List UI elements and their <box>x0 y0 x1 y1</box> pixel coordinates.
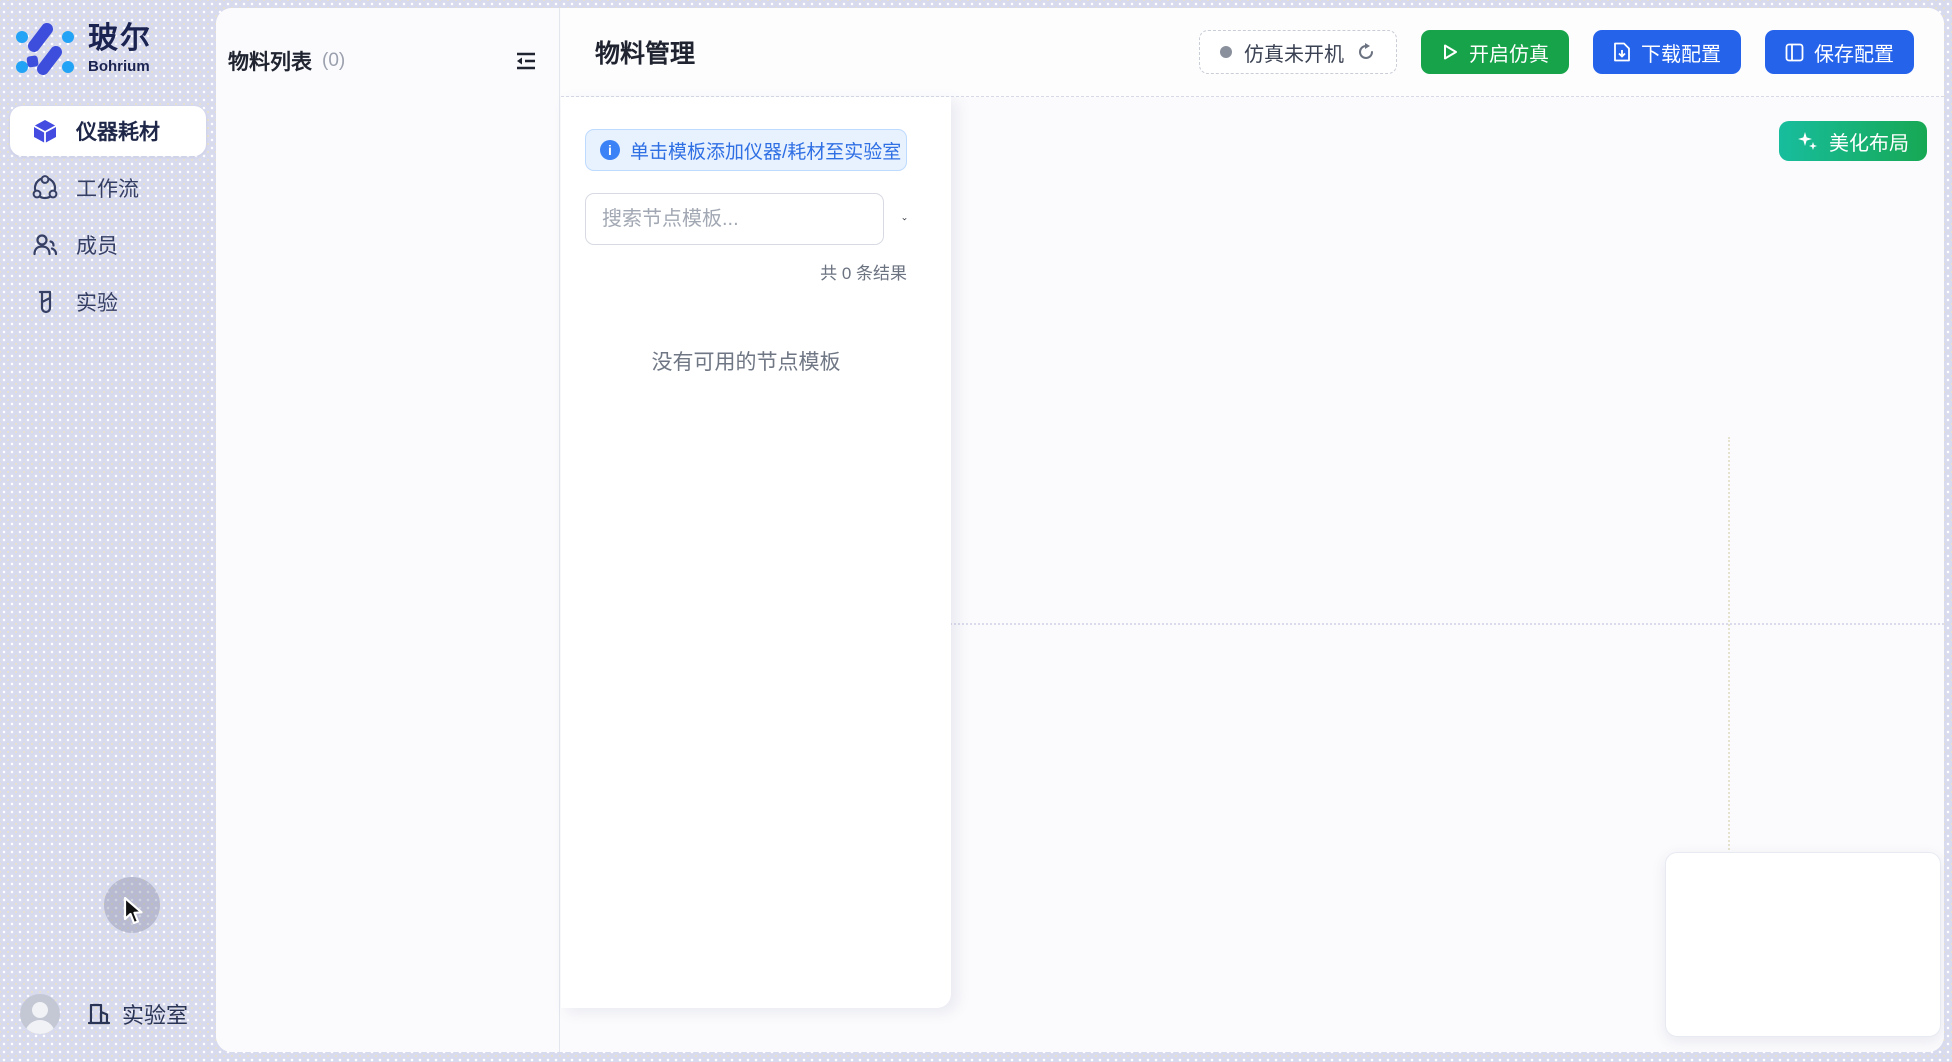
material-list-title: 物料列表 <box>228 46 312 76</box>
template-search-input[interactable] <box>585 193 884 245</box>
material-list-panel: 物料列表 (0) <box>216 8 560 1052</box>
template-hint-text: 单击模板添加仪器/耗材至实验室 <box>630 137 901 164</box>
main-card: 物料列表 (0) 物料管理 仿真未开机 开启 <box>216 8 1944 1052</box>
beautify-layout-button[interactable]: 美化布局 <box>1779 121 1927 161</box>
sidebar-item-instruments[interactable]: 仪器耗材 <box>10 106 206 156</box>
user-avatar[interactable] <box>20 994 60 1034</box>
sidebar-footer: 实验室 <box>20 994 188 1034</box>
sparkles-icon <box>1797 130 1819 152</box>
start-simulation-label: 开启仿真 <box>1469 38 1549 67</box>
page-header: 物料管理 仿真未开机 开启仿真 下载配置 <box>561 8 1944 97</box>
building-icon <box>86 1001 112 1027</box>
sidebar-item-label: 仪器耗材 <box>76 116 160 146</box>
empty-template-message: 没有可用的节点模板 <box>585 346 907 376</box>
sidebar-item-label: 成员 <box>76 230 118 260</box>
simulation-status-label: 仿真未开机 <box>1244 38 1344 67</box>
simulation-status-pill[interactable]: 仿真未开机 <box>1199 30 1397 74</box>
search-result-count: 共 0 条结果 <box>585 259 907 284</box>
chevron-down-icon[interactable] <box>902 208 907 230</box>
members-icon <box>32 232 58 258</box>
material-list-header: 物料列表 (0) <box>216 8 559 76</box>
workflow-icon <box>32 175 58 201</box>
start-simulation-button[interactable]: 开启仿真 <box>1421 30 1569 74</box>
sidebar-item-workflow[interactable]: 工作流 <box>10 163 206 213</box>
save-config-label: 保存配置 <box>1814 38 1894 67</box>
download-config-button[interactable]: 下载配置 <box>1593 30 1741 74</box>
node-template-panel: i 单击模板添加仪器/耗材至实验室 共 0 条结果 没有可用的节点模板 <box>561 97 951 1008</box>
play-icon <box>1441 43 1459 61</box>
lab-entry-label: 实验室 <box>122 998 188 1030</box>
beautify-layout-label: 美化布局 <box>1829 127 1909 156</box>
brand-name: 玻尔 <box>88 24 152 54</box>
file-download-icon <box>1613 42 1631 62</box>
sidebar-item-members[interactable]: 成员 <box>10 220 206 270</box>
brand-subtitle: Bohrium <box>88 58 152 75</box>
bohrium-logo-icon <box>14 20 76 78</box>
sidebar-item-label: 工作流 <box>76 173 139 203</box>
save-config-button[interactable]: 保存配置 <box>1765 30 1914 74</box>
material-list-count: (0) <box>322 50 345 72</box>
sidebar-item-experiments[interactable]: 实验 <box>10 277 206 327</box>
sidebar-item-label: 实验 <box>76 287 118 317</box>
brand-logo: 玻尔 Bohrium <box>14 20 152 78</box>
page-title: 物料管理 <box>595 34 695 70</box>
minimap[interactable] <box>1665 852 1941 1037</box>
sidebar: 玻尔 Bohrium 仪器耗材 工作流 <box>0 0 216 1062</box>
experiment-icon <box>32 289 58 315</box>
download-config-label: 下载配置 <box>1641 38 1721 67</box>
lab-entry[interactable]: 实验室 <box>86 998 188 1030</box>
cube-icon <box>32 118 58 144</box>
save-icon <box>1785 43 1804 62</box>
indent-collapse-icon[interactable] <box>515 50 537 72</box>
status-dot-icon <box>1220 46 1232 58</box>
refresh-icon[interactable] <box>1356 42 1376 62</box>
template-hint-banner: i 单击模板添加仪器/耗材至实验室 <box>585 129 907 171</box>
info-icon: i <box>600 140 620 160</box>
sidebar-nav: 仪器耗材 工作流 成员 实验 <box>10 106 206 327</box>
